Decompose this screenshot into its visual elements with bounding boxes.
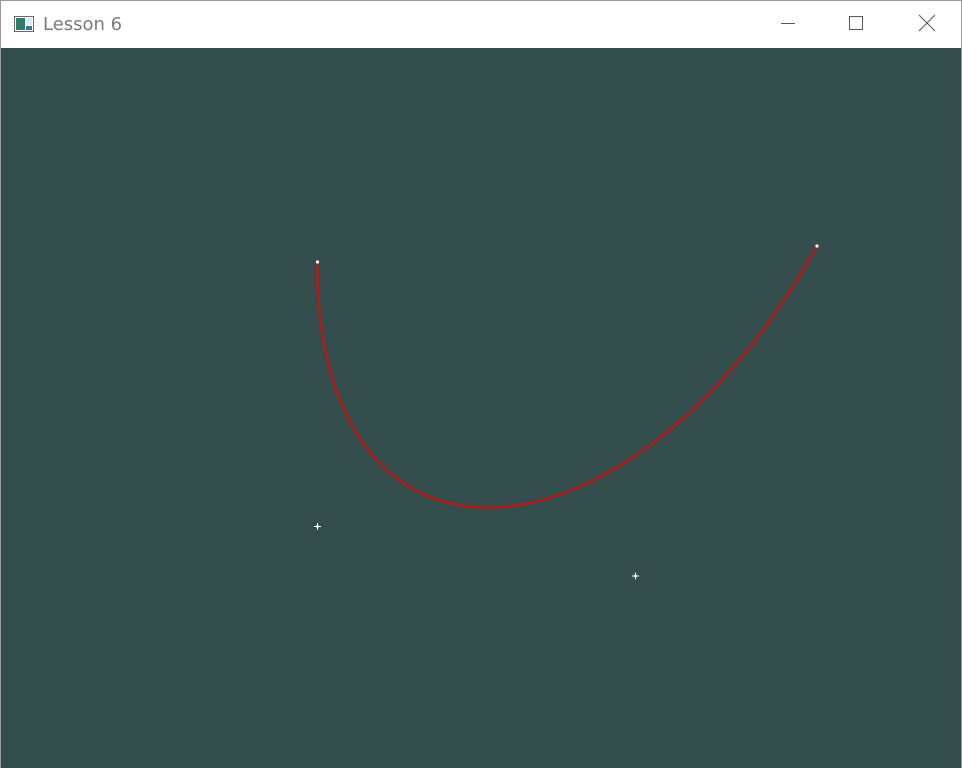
control-point-handle-1[interactable] — [314, 523, 321, 530]
close-icon — [918, 14, 936, 36]
control-point-handle-2[interactable] — [632, 572, 639, 580]
control-point-end[interactable] — [815, 244, 819, 248]
bezier-curve — [315, 244, 819, 510]
maximize-icon — [848, 15, 864, 35]
close-button[interactable] — [904, 1, 950, 48]
window-title: Lesson 6 — [43, 14, 123, 35]
control-point-start[interactable] — [315, 260, 320, 264]
title-bar[interactable]: Lesson 6 — [1, 1, 961, 48]
app-window: Lesson 6 — [0, 0, 962, 768]
maximize-button[interactable] — [833, 1, 879, 48]
scene-svg — [314, 244, 819, 580]
app-window-icon — [14, 16, 34, 32]
minimize-button[interactable] — [765, 1, 811, 48]
minimize-icon — [780, 15, 796, 35]
render-canvas[interactable] — [1, 48, 961, 768]
